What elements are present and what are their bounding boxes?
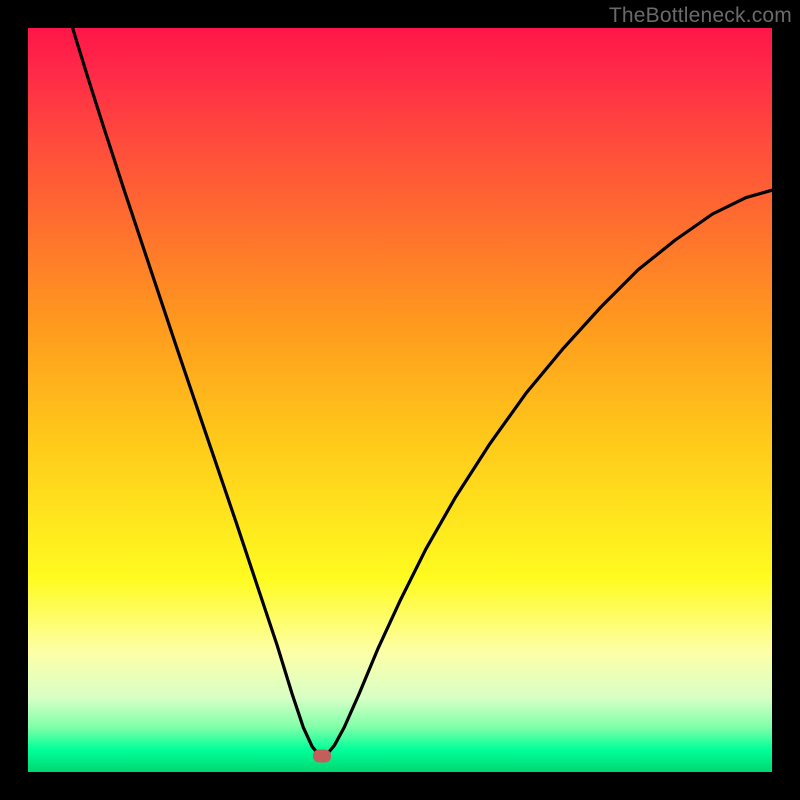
chart-svg bbox=[28, 28, 772, 772]
bottleneck-curve bbox=[73, 28, 772, 756]
watermark-text: TheBottleneck.com bbox=[609, 4, 792, 28]
chart-plot-area bbox=[28, 28, 772, 772]
optimal-point-marker bbox=[313, 749, 331, 762]
